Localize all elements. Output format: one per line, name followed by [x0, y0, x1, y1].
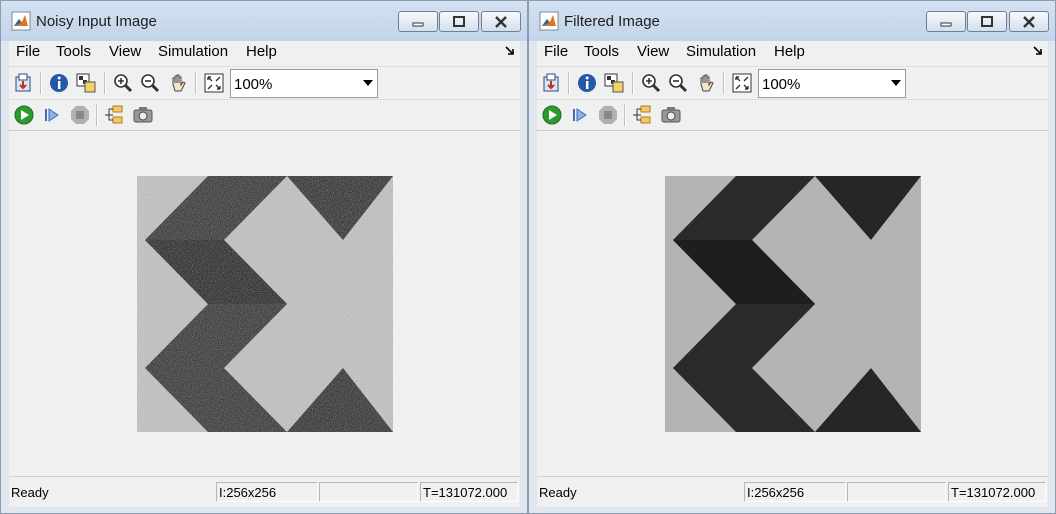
menu-simulation[interactable]: Simulation: [158, 43, 228, 60]
zoom-value: 100%: [762, 76, 801, 93]
snapshot-icon[interactable]: [132, 104, 154, 126]
step-forward-icon[interactable]: [41, 104, 63, 126]
pixel-region-icon[interactable]: [603, 72, 625, 94]
minimize-button[interactable]: [398, 11, 438, 32]
filtered-image: [665, 176, 921, 432]
status-image-size: I:256x256: [744, 482, 846, 502]
toolbar-separator: [96, 104, 98, 126]
title-bar[interactable]: Noisy Input Image: [1, 1, 527, 41]
step-forward-icon[interactable]: [569, 104, 591, 126]
toolbar-separator: [568, 72, 570, 94]
window-client: File Tools View Simulation Help 100% Rea…: [537, 41, 1048, 507]
run-icon[interactable]: [13, 104, 35, 126]
toolbar-view: 100%: [9, 66, 520, 99]
menu-tools[interactable]: Tools: [584, 43, 619, 60]
menu-help[interactable]: Help: [774, 43, 805, 60]
zoom-in-icon[interactable]: [112, 72, 134, 94]
toolbar-separator: [624, 104, 626, 126]
menu-view[interactable]: View: [637, 43, 669, 60]
minimize-icon: [412, 22, 424, 26]
minimize-button[interactable]: [926, 11, 966, 32]
toolbar-separator: [632, 72, 634, 94]
close-button[interactable]: [481, 11, 521, 32]
print-to-figure-icon[interactable]: [13, 72, 35, 94]
status-bar: Ready I:256x256 T=131072.000: [537, 476, 1048, 507]
zoom-in-icon[interactable]: [640, 72, 662, 94]
zoom-out-icon[interactable]: [139, 72, 161, 94]
toolbar-separator: [40, 72, 42, 94]
dock-arrow-icon[interactable]: [1032, 45, 1044, 57]
status-bar: Ready I:256x256 T=131072.000: [9, 476, 520, 507]
window-title: Noisy Input Image: [36, 13, 157, 30]
close-button[interactable]: [1009, 11, 1049, 32]
info-icon[interactable]: [48, 72, 70, 94]
toolbar-view: 100%: [537, 66, 1048, 99]
menu-view[interactable]: View: [109, 43, 141, 60]
zoom-value: 100%: [234, 76, 273, 93]
image-area: [9, 130, 520, 471]
status-empty-cell: [847, 482, 946, 502]
window-client: File Tools View Simulation Help 100% Rea…: [9, 41, 520, 507]
stop-icon[interactable]: [597, 104, 619, 126]
filtered-image-window: Filtered Image File Tools View Simulatio…: [528, 0, 1056, 514]
chevron-down-icon: [363, 80, 373, 86]
menu-bar: File Tools View Simulation Help: [537, 41, 1048, 63]
fit-to-view-icon[interactable]: [731, 72, 753, 94]
status-text: Ready: [539, 485, 577, 500]
info-icon[interactable]: [576, 72, 598, 94]
pixel-region-icon[interactable]: [75, 72, 97, 94]
zoom-out-icon[interactable]: [667, 72, 689, 94]
chevron-down-icon: [891, 80, 901, 86]
fit-to-view-icon[interactable]: [203, 72, 225, 94]
highlight-block-icon[interactable]: [103, 104, 125, 126]
status-image-size: I:256x256: [216, 482, 318, 502]
menu-simulation[interactable]: Simulation: [686, 43, 756, 60]
noisy-image: [137, 176, 393, 432]
menu-help[interactable]: Help: [246, 43, 277, 60]
status-sim-time: T=131072.000: [420, 482, 518, 502]
close-icon: [495, 15, 507, 28]
stop-icon[interactable]: [69, 104, 91, 126]
pan-icon[interactable]: [167, 72, 189, 94]
window-title: Filtered Image: [564, 13, 660, 30]
run-icon[interactable]: [541, 104, 563, 126]
menu-bar: File Tools View Simulation Help: [9, 41, 520, 63]
highlight-block-icon[interactable]: [631, 104, 653, 126]
snapshot-icon[interactable]: [660, 104, 682, 126]
status-sim-time: T=131072.000: [948, 482, 1046, 502]
toolbar-separator: [104, 72, 106, 94]
toolbar-separator: [195, 72, 197, 94]
toolbar-simulation: [537, 99, 1048, 131]
zoom-select[interactable]: 100%: [230, 69, 378, 98]
maximize-button[interactable]: [967, 11, 1007, 32]
close-icon: [1023, 15, 1035, 28]
matlab-logo-icon: [539, 11, 559, 31]
menu-file[interactable]: File: [16, 43, 40, 60]
image-area: [537, 130, 1048, 471]
maximize-icon: [981, 15, 993, 27]
maximize-button[interactable]: [439, 11, 479, 32]
matlab-logo-icon: [11, 11, 31, 31]
noisy-image-window: Noisy Input Image File Tools View Simula…: [0, 0, 528, 514]
toolbar-separator: [723, 72, 725, 94]
minimize-icon: [940, 22, 952, 26]
status-empty-cell: [319, 482, 418, 502]
dock-arrow-icon[interactable]: [504, 45, 516, 57]
status-text: Ready: [11, 485, 49, 500]
menu-file[interactable]: File: [544, 43, 568, 60]
zoom-select[interactable]: 100%: [758, 69, 906, 98]
print-to-figure-icon[interactable]: [541, 72, 563, 94]
toolbar-simulation: [9, 99, 520, 131]
menu-tools[interactable]: Tools: [56, 43, 91, 60]
pan-icon[interactable]: [695, 72, 717, 94]
title-bar[interactable]: Filtered Image: [529, 1, 1055, 41]
maximize-icon: [453, 15, 465, 27]
